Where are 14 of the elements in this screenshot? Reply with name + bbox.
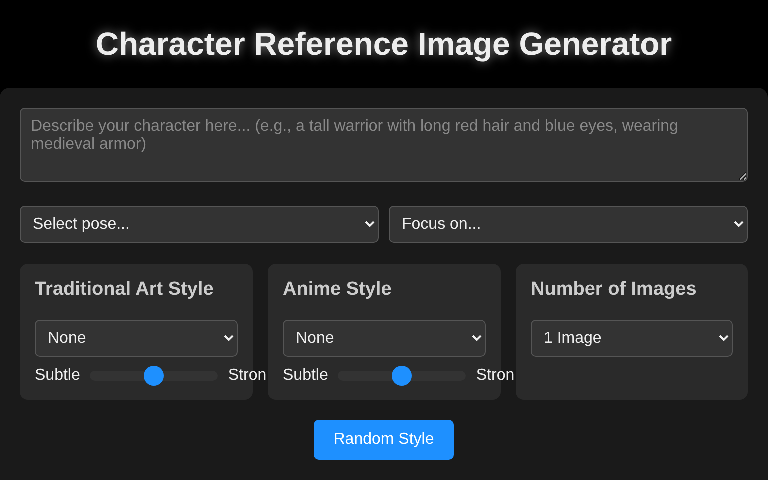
card-title: Traditional Art Style xyxy=(35,279,215,301)
slider-max-label: Stron xyxy=(476,367,515,385)
page-title: Character Reference Image Generator xyxy=(94,24,674,64)
slider-min-label: Subtle xyxy=(35,367,80,385)
description-field[interactable]: Describe your character here... (e.g., a tall warrior with long red hair and blue eyes, wearing medieval armor) xyxy=(20,108,748,182)
style-select[interactable]: None xyxy=(283,320,486,357)
card-title: Number of Images xyxy=(531,279,698,301)
pose-select[interactable]: Select pose... xyxy=(20,206,379,243)
slider-min-label: Subtle xyxy=(283,367,328,385)
focus-select[interactable]: Focus on... xyxy=(389,206,748,243)
count-select[interactable]: 1 Image xyxy=(531,320,733,357)
style-select[interactable]: None xyxy=(35,320,238,357)
card-title: Anime Style xyxy=(283,279,393,301)
slider-max-label: Stron xyxy=(228,367,267,385)
